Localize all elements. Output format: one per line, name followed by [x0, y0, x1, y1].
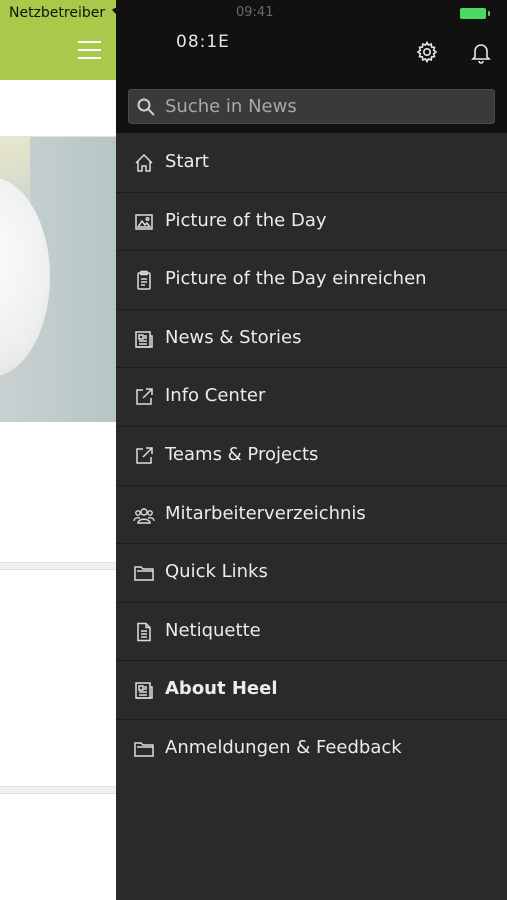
notifications-bell-icon[interactable] [469, 40, 493, 64]
menu-item-news-stories[interactable]: News & Stories [116, 310, 507, 369]
wifi-icon [111, 6, 125, 20]
carrier-label: Netzbetreiber [9, 5, 106, 21]
menu-item-about-heel[interactable]: About Heel [116, 661, 507, 720]
external-link-icon [133, 386, 155, 408]
newspaper-icon [133, 328, 155, 350]
navigation-drawer: 08:1E Suche in News Start Picture of the… [116, 0, 507, 900]
image-icon [133, 211, 155, 233]
menu-item-label: Picture of the Day einreichen [165, 268, 427, 290]
menu-item-label: Start [165, 151, 209, 172]
drawer-menu: Start Picture of the Day Picture of the … [116, 134, 507, 779]
search-input[interactable] [165, 90, 485, 123]
menu-item-employee-directory[interactable]: Mitarbeiterverzeichnis [116, 486, 507, 545]
menu-item-label: Netiquette [165, 619, 261, 641]
clipboard-icon [133, 269, 155, 291]
menu-item-label: Mitarbeiterverzeichnis [165, 502, 366, 524]
folder-icon [133, 562, 155, 584]
external-link-icon [133, 445, 155, 467]
hamburger-menu-icon[interactable] [78, 41, 101, 59]
menu-item-teams-projects[interactable]: Teams & Projects [116, 427, 507, 486]
menu-item-label: Quick Links [165, 561, 268, 583]
home-icon [133, 152, 155, 174]
document-icon [133, 621, 155, 643]
menu-item-label: Anmeldungen & Feedback [165, 736, 402, 758]
menu-item-picture-of-the-day-submit[interactable]: Picture of the Day einreichen [116, 251, 507, 310]
search-icon [136, 97, 156, 117]
settings-gear-icon[interactable] [415, 40, 439, 64]
hero-person-figure [0, 177, 50, 377]
folder-icon [133, 738, 155, 760]
menu-item-registrations-feedback[interactable]: Anmeldungen & Feedback [116, 720, 507, 779]
newspaper-icon [133, 679, 155, 701]
menu-item-label: News & Stories [165, 326, 302, 348]
menu-item-start[interactable]: Start [116, 134, 507, 193]
menu-item-label: Picture of the Day [165, 209, 327, 231]
status-time: 09:41 [236, 5, 274, 20]
status-bar: Netzbetreiber 09:41 [0, 0, 507, 28]
battery-icon [460, 8, 486, 19]
menu-item-label: About Heel [165, 678, 278, 700]
search-box[interactable] [128, 89, 495, 124]
menu-item-netiquette[interactable]: Netiquette [116, 603, 507, 662]
battery-tip [488, 11, 490, 16]
menu-item-info-center[interactable]: Info Center [116, 368, 507, 427]
menu-item-label: Info Center [165, 385, 266, 407]
people-icon [133, 504, 155, 526]
menu-item-picture-of-the-day[interactable]: Picture of the Day [116, 193, 507, 252]
menu-item-label: Teams & Projects [165, 443, 319, 465]
menu-item-quick-links[interactable]: Quick Links [116, 544, 507, 603]
drawer-header-time: 08:1E [176, 32, 230, 52]
